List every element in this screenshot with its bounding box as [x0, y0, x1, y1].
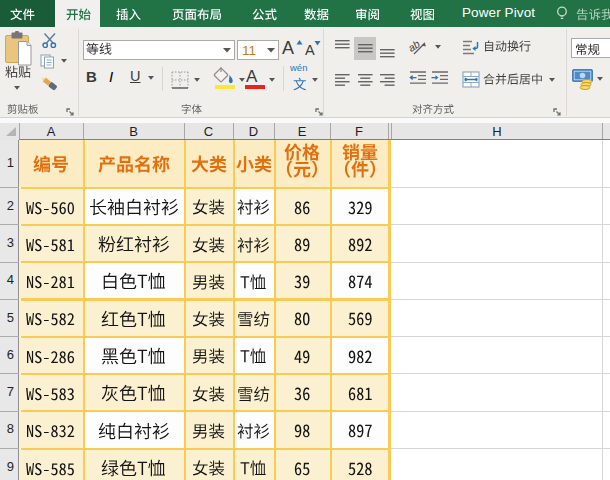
- svg-text:ab: ab: [409, 37, 422, 54]
